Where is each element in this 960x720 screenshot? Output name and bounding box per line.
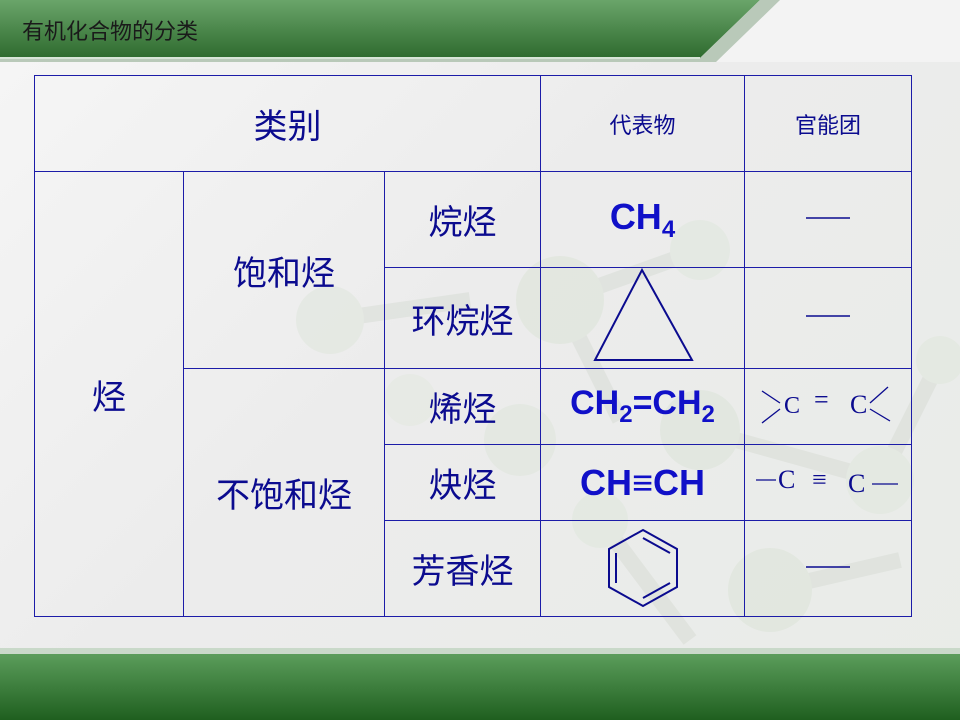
cycloalkane-functional-group: [744, 267, 912, 369]
carbon-right-label: C: [850, 390, 867, 419]
alkyne-formula: CH≡CH: [540, 444, 745, 521]
double-bond-symbol: =: [814, 385, 829, 414]
double-bond-group-icon: C = C: [761, 385, 891, 424]
footer-band: [0, 648, 960, 720]
aromatic-functional-group: [744, 520, 912, 617]
header-category: 类别: [34, 75, 541, 172]
alkyne-functional-group: C ≡ C: [744, 444, 912, 521]
alkene-formula: CH2=CH2: [540, 368, 745, 445]
row-name-alkyne: 炔烃: [384, 444, 541, 521]
organic-compound-classification-table: 类别 代表物 官能团 烃 饱和烃 烷烃 CH4 环烷烃 不饱和烃 烯烃 CH2=…: [34, 75, 912, 617]
benzene-ring-icon: [607, 528, 678, 607]
table-header-row: 类别 代表物 官能团: [34, 75, 912, 172]
single-bond-icon: [806, 565, 850, 568]
carbon-left-label: C: [784, 393, 800, 419]
header-representative: 代表物: [540, 75, 745, 172]
row-name-aromatic: 芳香烃: [384, 520, 541, 617]
slide-title: 有机化合物的分类: [22, 20, 199, 45]
cyclopropane-icon: [592, 267, 694, 361]
carbon-left-label: C: [778, 465, 795, 494]
triple-bond-group-icon: C ≡ C: [756, 465, 898, 498]
header-functional-group: 官能团: [744, 75, 912, 172]
row-name-alkane: 烷烃: [384, 171, 541, 268]
row-name-alkene: 烯烃: [384, 368, 541, 445]
single-bond-icon: [806, 216, 850, 219]
single-bond-icon: [806, 315, 850, 317]
triple-bond-symbol: ≡: [812, 465, 827, 494]
carbon-right-label: C: [848, 469, 865, 498]
unsaturated-hydrocarbon: 不饱和烃: [183, 368, 385, 617]
cycloalkane-structure: [540, 267, 745, 369]
alkane-functional-group: [744, 171, 912, 268]
saturated-hydrocarbon: 饱和烃: [183, 171, 385, 369]
alkane-formula: CH4: [540, 171, 745, 268]
aromatic-structure: [540, 520, 745, 617]
table-row: 烃 饱和烃 烷烃 CH4: [34, 171, 912, 617]
group-hydrocarbon: 烃: [34, 171, 184, 617]
row-name-cycloalkane: 环烷烃: [384, 267, 541, 369]
alkene-functional-group: C = C: [744, 368, 912, 445]
